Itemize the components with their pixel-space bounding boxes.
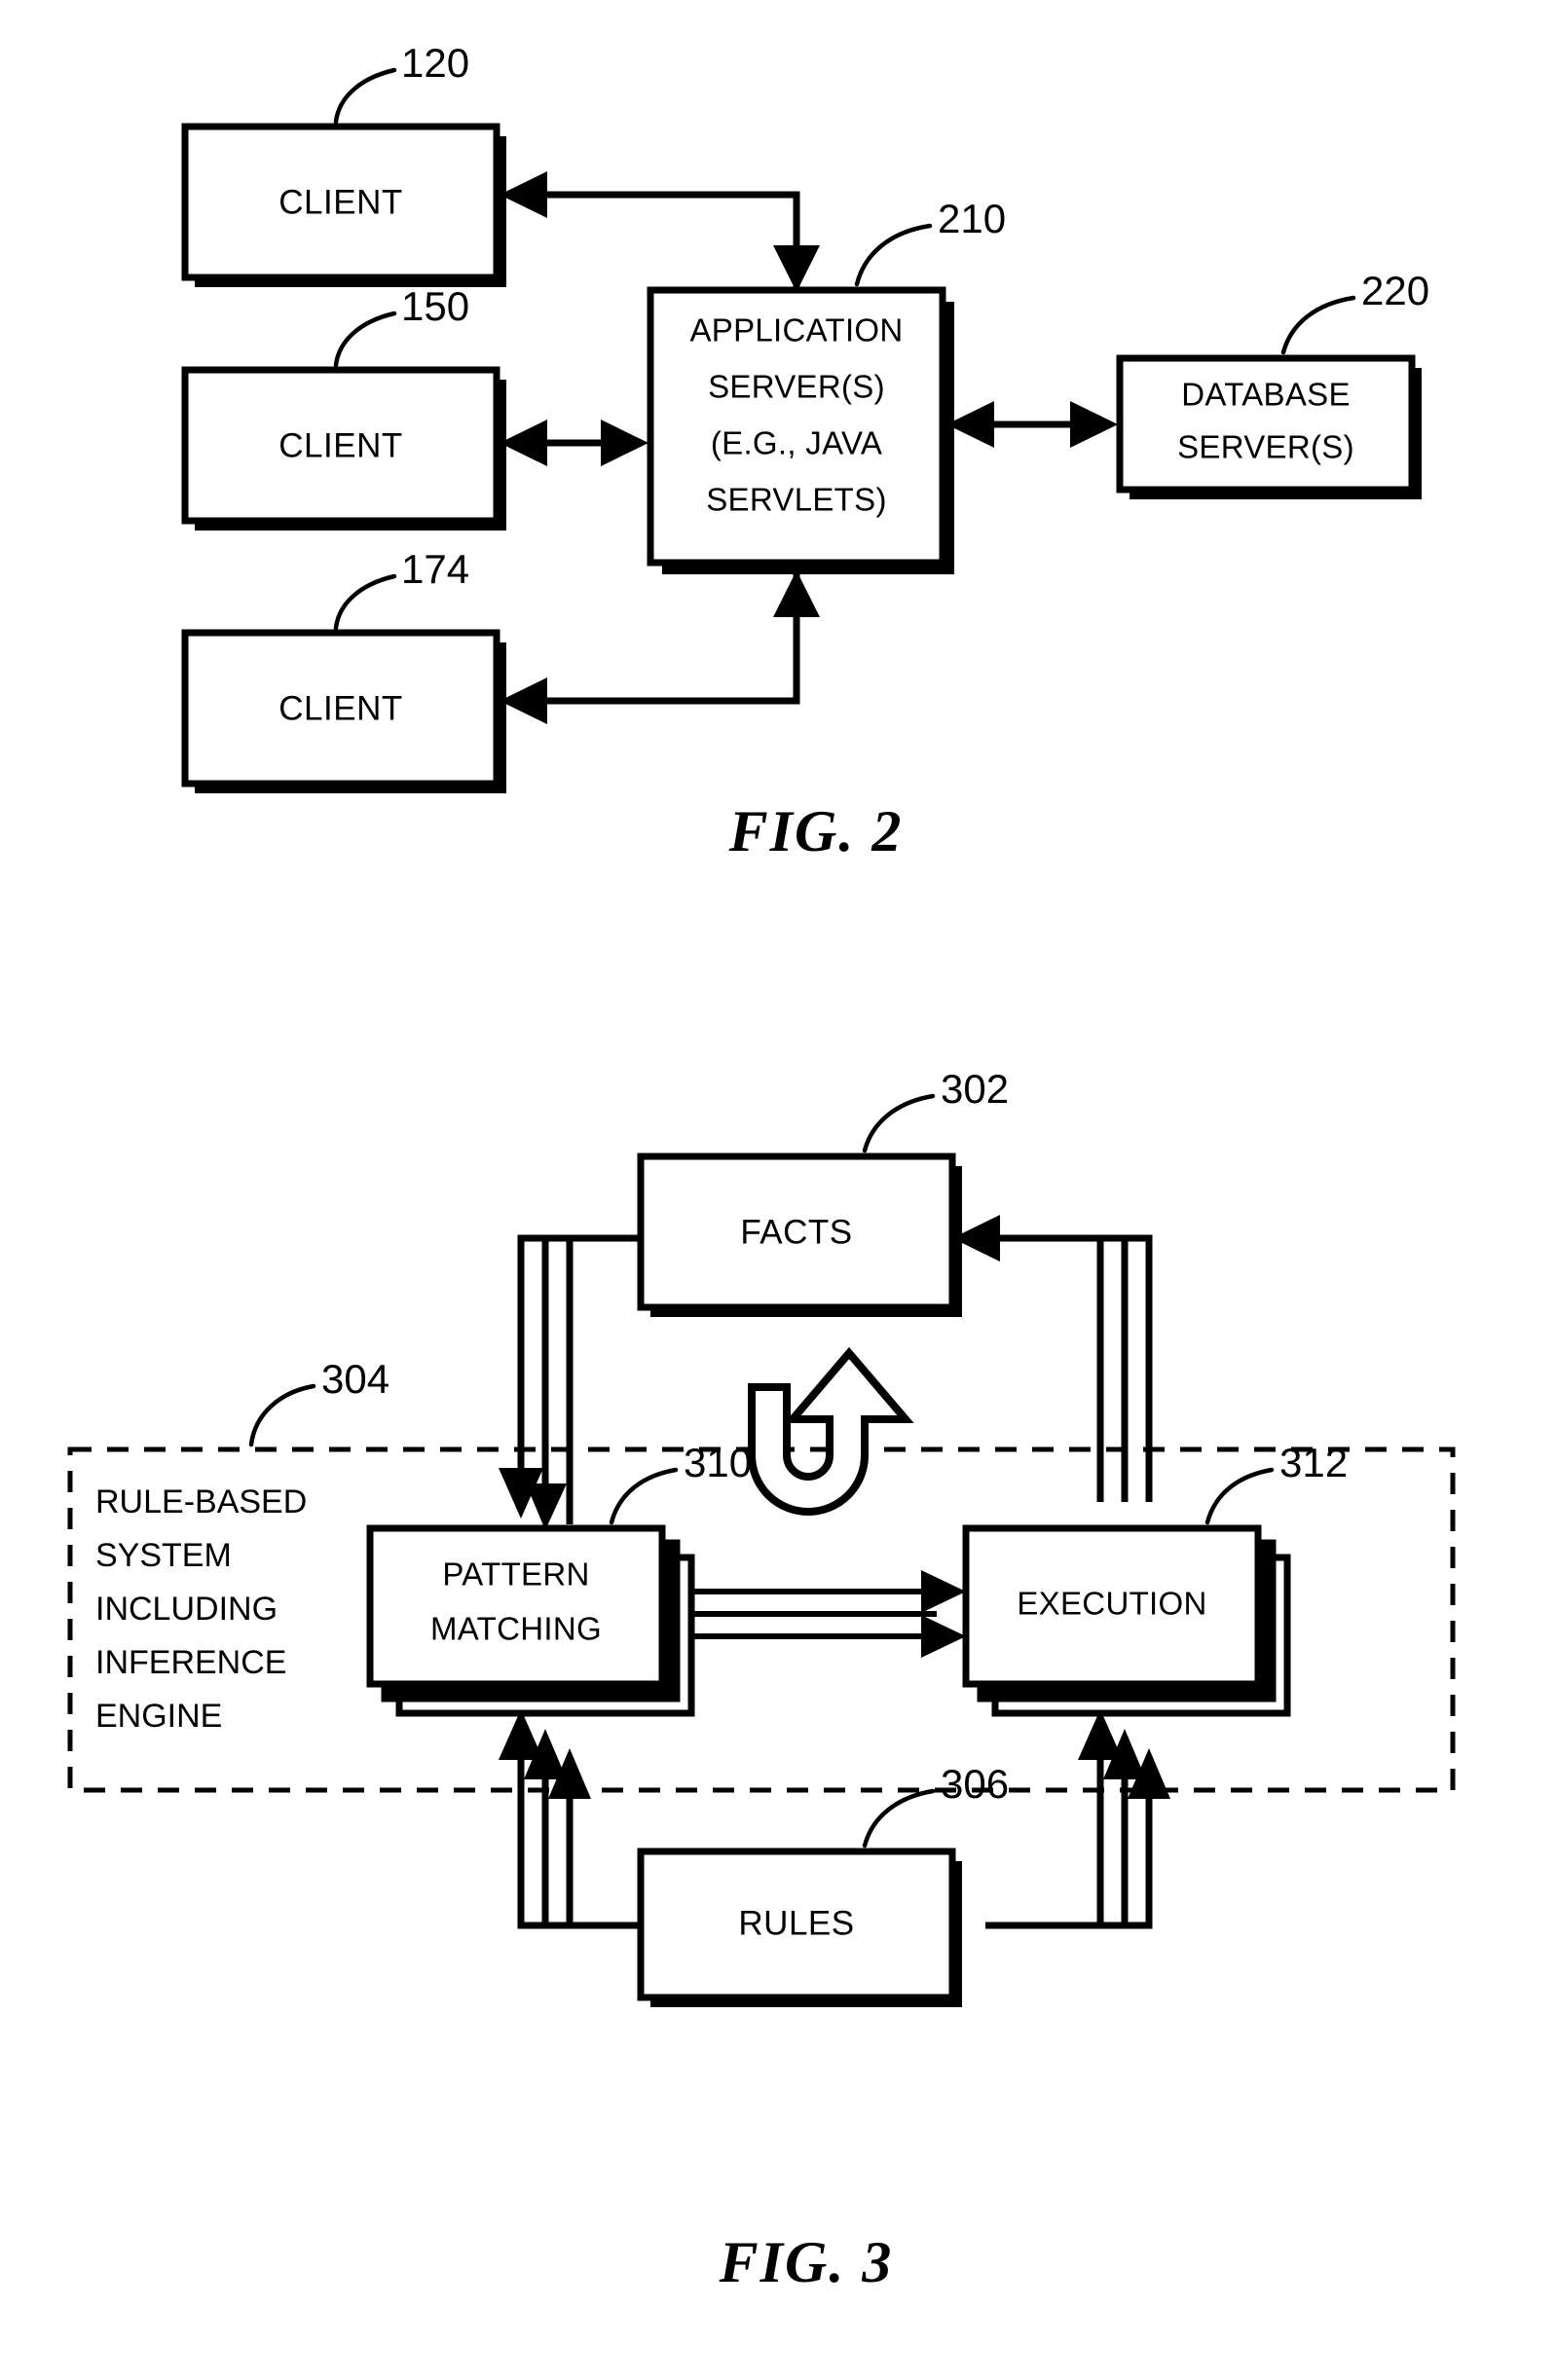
edge-150-app-arrowhead-right xyxy=(601,420,648,466)
edge-rules-to-execution xyxy=(985,1709,1170,1929)
pattern-matching-label-line-1: PATTERN xyxy=(442,1556,589,1593)
ref-220-number: 220 xyxy=(1361,268,1429,313)
node-database-server: DATABASE SERVER(S) xyxy=(1116,354,1422,499)
app-server-label-line-3: (E.G., JAVA xyxy=(711,425,882,461)
db-server-label-line-1: DATABASE xyxy=(1181,377,1351,413)
group-label-line-1: RULE-BASED xyxy=(95,1483,307,1520)
edge-app-174-arrowhead xyxy=(500,677,547,724)
pm-front-fill xyxy=(370,1528,662,1684)
edge-rules-to-pattern-matching xyxy=(499,1709,643,1929)
edge-app-120-arrowhead-down xyxy=(773,245,820,292)
edge-app-server-to-client-120 xyxy=(500,171,820,292)
ref-304-number: 304 xyxy=(321,1356,389,1402)
db-server-label-line-2: SERVER(S) xyxy=(1177,429,1354,465)
exec-facts-rail-1 xyxy=(985,1234,1104,1502)
facts-label: FACTS xyxy=(740,1213,852,1251)
app-server-label-line-2: SERVER(S) xyxy=(708,369,885,405)
edge-app-server-to-db-server xyxy=(946,401,1118,448)
ref-120-number: 120 xyxy=(401,40,469,86)
ref-302-number: 302 xyxy=(941,1066,1009,1112)
cycle-rotation-arrow xyxy=(748,1346,914,1516)
facts-pm-rail-3 xyxy=(566,1234,643,1524)
node-execution: EXECUTION xyxy=(962,1524,1291,1717)
ref-210-number: 210 xyxy=(938,196,1006,241)
rules-label: RULES xyxy=(738,1904,854,1942)
figure-2: CLIENT 120 CLIENT 150 CLIENT 174 APPLICA… xyxy=(181,40,1429,863)
group-label-line-2: SYSTEM xyxy=(95,1537,232,1574)
ref-310-leader xyxy=(609,1467,679,1525)
edge-app-120-arrowhead xyxy=(500,171,547,218)
group-label-line-3: INCLUDING xyxy=(95,1591,278,1628)
edge-app-174-arrowhead-up xyxy=(773,570,820,617)
figure-2-caption: FIG. 2 xyxy=(728,799,904,863)
edge-facts-to-pattern-matching xyxy=(499,1234,643,1530)
edge-execution-to-facts xyxy=(952,1215,1153,1502)
client-150-label: CLIENT xyxy=(278,426,402,464)
ref-174-leader xyxy=(333,573,397,631)
ref-210-leader xyxy=(854,223,933,287)
edge-app-174-path xyxy=(531,574,800,705)
rule-based-system-group-label: RULE-BASED SYSTEM INCLUDING INFERENCE EN… xyxy=(95,1483,307,1735)
ref-120-leader xyxy=(333,67,397,125)
group-label-line-4: INFERENCE xyxy=(95,1644,286,1681)
ref-304-leader xyxy=(248,1383,316,1447)
ref-312-leader xyxy=(1204,1467,1275,1525)
patent-drawing-sheet: CLIENT 120 CLIENT 150 CLIENT 174 APPLICA… xyxy=(0,0,1556,2380)
client-174-label: CLIENT xyxy=(278,689,402,727)
edge-app-db-arrowhead-right xyxy=(1070,401,1118,448)
rotation-arrow-shape xyxy=(748,1346,914,1516)
pattern-matching-label-line-2: MATCHING xyxy=(430,1611,602,1647)
ref-302-leader xyxy=(862,1093,936,1153)
ref-174-number: 174 xyxy=(401,546,469,592)
ref-150-leader xyxy=(333,311,397,368)
app-server-label-line-1: APPLICATION xyxy=(689,312,903,348)
node-pattern-matching: PATTERN MATCHING xyxy=(366,1524,695,1717)
ref-220-leader xyxy=(1280,295,1356,355)
pm-exec-arrowhead-1 xyxy=(921,1570,966,1613)
figure-2-and-3-canvas: CLIENT 120 CLIENT 150 CLIENT 174 APPLICA… xyxy=(67,40,1456,2294)
client-120-label: CLIENT xyxy=(278,183,402,221)
node-client-174: CLIENT xyxy=(181,629,506,793)
edge-client-150-to-app-server xyxy=(500,420,648,466)
figure-3: 304 RULE-BASED SYSTEM INCLUDING INFERENC… xyxy=(67,1066,1456,2294)
ref-312-number: 312 xyxy=(1279,1440,1348,1485)
execution-label: EXECUTION xyxy=(1017,1586,1206,1622)
edge-app-120-path xyxy=(531,191,800,280)
node-rules: RULES xyxy=(637,1848,962,2007)
ref-306-number: 306 xyxy=(941,1761,1009,1807)
edge-150-app-arrowhead-left xyxy=(500,420,547,466)
edge-app-server-to-client-174 xyxy=(500,570,820,724)
node-client-150: CLIENT xyxy=(181,366,506,531)
ref-150-number: 150 xyxy=(401,283,469,329)
facts-pm-arrowhead-2 xyxy=(526,1483,567,1530)
ref-310-number: 310 xyxy=(684,1440,752,1485)
group-label-line-5: ENGINE xyxy=(95,1698,222,1735)
app-server-label-line-4: SERVLETS) xyxy=(706,482,887,518)
node-application-server: APPLICATION SERVER(S) (E.G., JAVA SERVLE… xyxy=(647,286,954,574)
figure-3-caption: FIG. 3 xyxy=(719,2230,894,2294)
node-facts: FACTS xyxy=(637,1153,962,1317)
ref-306-leader xyxy=(862,1788,936,1849)
edge-pattern-matching-to-execution xyxy=(682,1570,966,1658)
node-client-120: CLIENT xyxy=(181,123,506,287)
pm-exec-arrowhead-2 xyxy=(921,1615,966,1658)
facts-pm-rail-2 xyxy=(541,1234,643,1519)
